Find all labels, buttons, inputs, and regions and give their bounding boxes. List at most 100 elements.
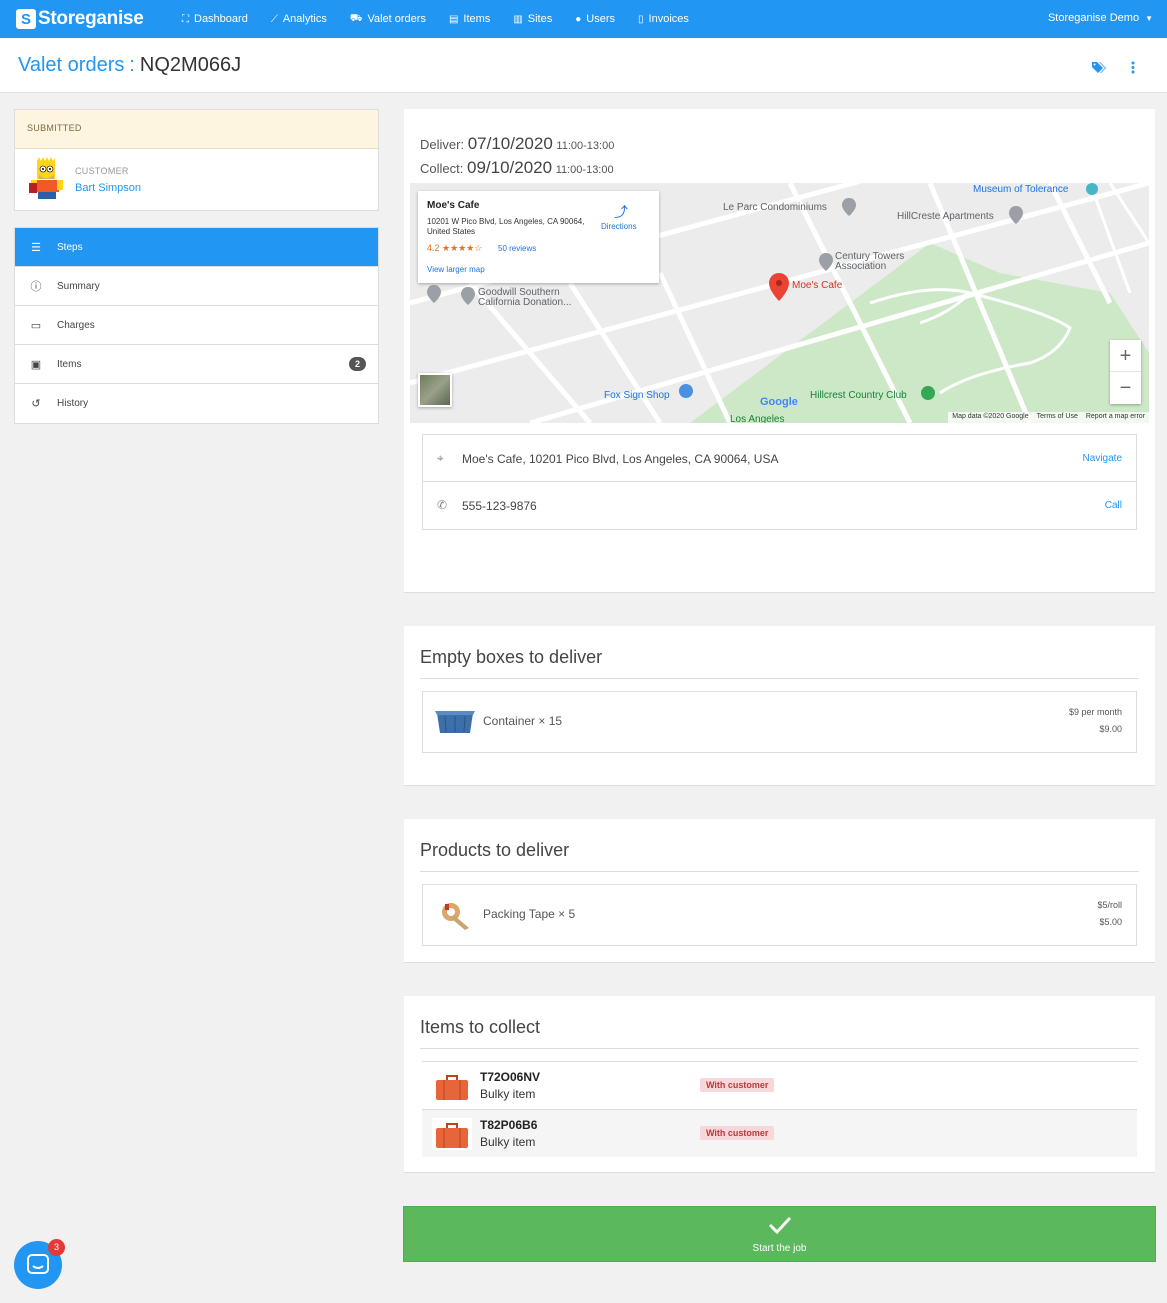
map-label: Century Towers Association: [835, 251, 905, 272]
panel-title: Products to deliver: [420, 840, 570, 860]
box-icon: ▤: [448, 13, 459, 25]
product-row: Packing Tape × 5 $5/roll $5.00: [422, 884, 1137, 946]
map-place-name: Moe's Cafe: [427, 200, 480, 211]
page-header: Valet orders: NQ2M066J: [0, 38, 1167, 93]
navigate-link[interactable]: Navigate: [1083, 453, 1122, 464]
nav-label: Analytics: [282, 13, 327, 25]
nav-invoices[interactable]: ▯ Invoices: [638, 13, 689, 26]
map-place-rating: 4.2 ★★★★☆: [427, 243, 483, 253]
location-map[interactable]: Moe's Cafe 10201 W Pico Blvd, Los Angele…: [410, 183, 1149, 423]
nav-label: Sites: [527, 13, 553, 25]
view-larger-map-link[interactable]: View larger map: [427, 265, 485, 274]
nav-sites[interactable]: ▥ Sites: [513, 13, 552, 26]
user-menu[interactable]: Storeganise Demo ▼: [1048, 12, 1153, 24]
chart-icon: ⟋: [270, 13, 278, 25]
start-job-button[interactable]: Start the job: [403, 1206, 1156, 1262]
items-to-collect-panel: Items to collect T72O06NV Bulky item Wit…: [404, 996, 1155, 1173]
brand[interactable]: S Storeganise: [16, 8, 176, 30]
items-count-badge: 2: [349, 357, 366, 371]
map-report-link[interactable]: Report a map error: [1086, 413, 1145, 422]
item-id: T82P06B6: [480, 1118, 538, 1132]
deliver-time: 11:00-13:00: [556, 140, 615, 152]
start-job-label: Start the job: [752, 1243, 807, 1254]
chat-unread-badge: 3: [48, 1239, 65, 1256]
packing-tape-icon: [442, 903, 469, 930]
status-badge: SUBMITTED: [15, 110, 378, 149]
product-price: $9 per month $9.00: [1069, 704, 1122, 738]
unit-price: $5/roll: [1097, 900, 1122, 910]
map-place-address: 10201 W Pico Blvd, Los Angeles, CA 90064…: [427, 217, 585, 236]
check-icon: [768, 1216, 792, 1235]
side-menu-label: Steps: [57, 241, 83, 253]
product-name: Container × 15: [483, 714, 563, 728]
empty-boxes-panel: Empty boxes to deliver Container × 15 $9…: [404, 626, 1155, 786]
steps-icon: ☰: [31, 241, 41, 254]
map-label: Le Parc Condominiums: [723, 202, 827, 213]
user-menu-label: Storeganise Demo: [1047, 12, 1140, 24]
address-text: Moe's Cafe, 10201 Pico Blvd, Los Angeles…: [462, 452, 779, 466]
satellite-view-toggle[interactable]: [418, 373, 452, 407]
breadcrumb-separator: :: [129, 54, 135, 76]
collect-item-row[interactable]: T72O06NV Bulky item With customer: [422, 1061, 1137, 1109]
side-menu-items[interactable]: ▣ Items 2: [15, 345, 378, 384]
item-status-badge: With customer: [700, 1078, 775, 1092]
suitcase-icon: [432, 1118, 472, 1150]
suitcase-icon: [432, 1070, 472, 1102]
side-menu-history[interactable]: ↺ History: [15, 384, 378, 423]
map-reviews-link[interactable]: 50 reviews: [498, 244, 536, 253]
map-label: Moe's Cafe: [792, 280, 843, 291]
side-menu-summary[interactable]: ⓘ Summary: [15, 267, 378, 306]
item-id: T72O06NV: [480, 1070, 541, 1084]
deliver-date: 07/10/2020: [467, 134, 553, 153]
nav-analytics[interactable]: ⟋ Analytics: [271, 13, 327, 26]
map-label: Los Angeles: [730, 414, 785, 424]
schedule: Deliver: 07/10/2020 11:00-13:00 Collect:…: [420, 133, 614, 181]
top-navbar: S Storeganise ⛶ Dashboard ⟋ Analytics ⛟ Val…: [0, 0, 1167, 38]
nav-valet-orders[interactable]: ⛟ Valet orders: [350, 13, 426, 26]
nav-users[interactable]: ● Users: [575, 13, 615, 26]
zoom-out-button[interactable]: −: [1110, 372, 1141, 404]
panel-title: Empty boxes to deliver: [420, 647, 603, 667]
phone-icon: ✆: [437, 498, 448, 512]
products-panel: Products to deliver Packing Tape × 5 $5/…: [404, 819, 1155, 963]
map-terms-link[interactable]: Terms of Use: [1037, 413, 1078, 422]
map-zoom-controls: + −: [1110, 340, 1141, 404]
directions-link[interactable]: Directions: [601, 222, 637, 231]
side-menu: ☰ Steps ⓘ Summary ▭ Charges ▣ Items 2 ↺ …: [14, 227, 379, 424]
side-menu-label: Summary: [57, 280, 100, 292]
item-status-badge: With customer: [700, 1126, 775, 1140]
customer-label: CUSTOMER: [75, 166, 129, 176]
divider: [420, 871, 1139, 872]
product-price: $5/roll $5.00: [1097, 897, 1122, 931]
avatar: [29, 157, 63, 199]
brand-logo-icon: S: [16, 9, 36, 29]
directions-icon[interactable]: ⤴: [614, 202, 628, 222]
tags-icon[interactable]: [1092, 61, 1108, 74]
container-box-icon: [435, 711, 475, 733]
nav-label: Dashboard: [194, 13, 248, 25]
side-menu-steps[interactable]: ☰ Steps: [15, 228, 378, 267]
map-label: Museum of Tolerance: [973, 184, 1069, 195]
product-row: Container × 15 $9 per month $9.00: [422, 691, 1137, 753]
google-logo: Google: [760, 396, 798, 408]
side-menu-charges[interactable]: ▭ Charges: [15, 306, 378, 345]
phone-row: ✆ 555-123-9876 Call: [423, 482, 1136, 529]
panel-title: Items to collect: [420, 1017, 541, 1037]
more-vertical-icon[interactable]: [1131, 61, 1135, 74]
page-title: Valet orders: NQ2M066J: [18, 54, 241, 77]
delivery-details-panel: Deliver: 07/10/2020 11:00-13:00 Collect:…: [404, 109, 1155, 593]
sitemap-icon: ⛶: [182, 13, 189, 25]
zoom-in-button[interactable]: +: [1110, 340, 1141, 372]
collect-item-row[interactable]: T82P06B6 Bulky item With customer: [422, 1109, 1137, 1157]
collect-label: Collect:: [420, 161, 464, 176]
map-data-credit: Map data ©2020 Google: [952, 413, 1029, 420]
truck-icon: ⛟: [349, 12, 363, 24]
call-link[interactable]: Call: [1105, 500, 1122, 511]
divider: [420, 1048, 1139, 1049]
breadcrumb-valet-orders[interactable]: Valet orders: [18, 54, 124, 76]
total-price: $9.00: [1099, 724, 1122, 734]
order-reference: NQ2M066J: [139, 54, 242, 76]
nav-dashboard[interactable]: ⛶ Dashboard: [182, 13, 248, 26]
customer-name-link[interactable]: Bart Simpson: [75, 182, 141, 194]
nav-items[interactable]: ▤ Items: [449, 13, 490, 26]
